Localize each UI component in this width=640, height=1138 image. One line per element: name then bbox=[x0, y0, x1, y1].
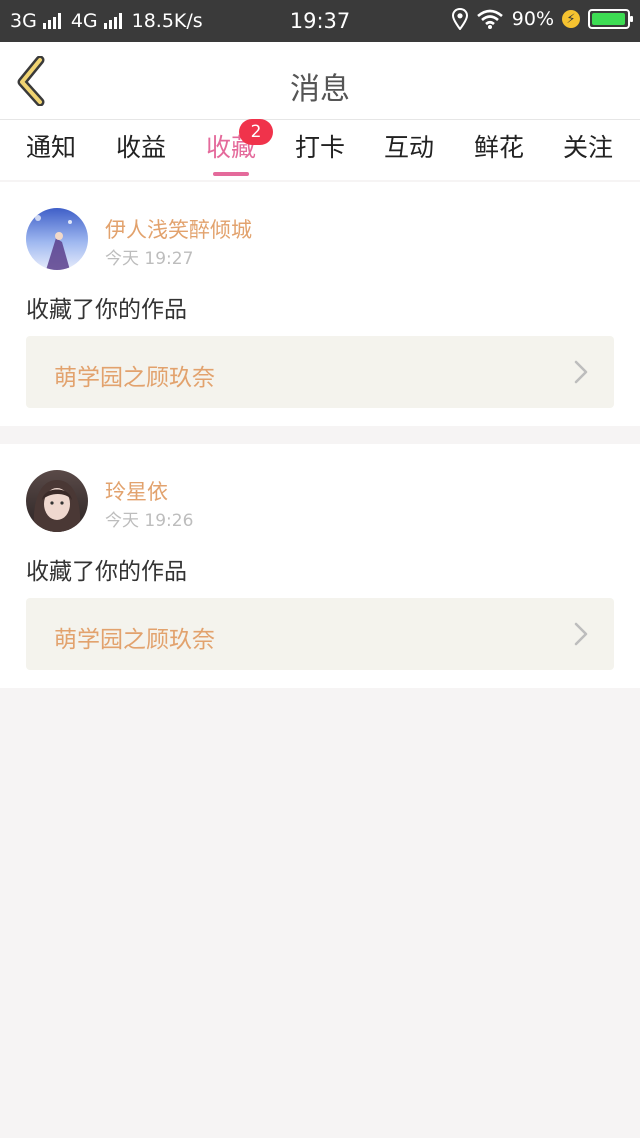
tab-earnings[interactable]: 收益 bbox=[101, 128, 181, 164]
message-card: 玲星依 今天 19:26 收藏了你的作品 萌学园之顾玖奈 bbox=[0, 444, 640, 688]
active-tab-indicator bbox=[213, 172, 249, 176]
tab-label: 通知 bbox=[25, 133, 76, 162]
tab-follow[interactable]: 关注 bbox=[548, 128, 628, 164]
status-bar: 3G 4G 18.5K/s 19:37 90% ⚡ bbox=[0, 0, 640, 42]
app-header: 消息 bbox=[0, 42, 640, 120]
tab-interaction[interactable]: 互动 bbox=[369, 128, 449, 164]
message-action: 收藏了你的作品 bbox=[26, 297, 187, 323]
chevron-right-icon bbox=[574, 622, 588, 646]
message-time: 今天 19:26 bbox=[105, 511, 194, 531]
tab-label: 关注 bbox=[562, 133, 613, 162]
tab-label: 鲜花 bbox=[473, 133, 524, 162]
message-card: 伊人浅笑醉倾城 今天 19:27 收藏了你的作品 萌学园之顾玖奈 bbox=[0, 182, 640, 426]
tab-label: 收益 bbox=[115, 133, 166, 162]
unread-badge: 2 bbox=[239, 119, 273, 145]
tab-flowers[interactable]: 鲜花 bbox=[459, 128, 539, 164]
location-icon bbox=[451, 8, 468, 30]
work-link[interactable]: 萌学园之顾玖奈 bbox=[26, 336, 614, 408]
chevron-right-icon bbox=[574, 360, 588, 384]
page-title: 消息 bbox=[290, 72, 350, 107]
message-action: 收藏了你的作品 bbox=[26, 559, 187, 585]
tab-favorites[interactable]: 收藏 2 bbox=[191, 119, 273, 176]
charging-icon: ⚡ bbox=[562, 10, 580, 28]
work-link[interactable]: 萌学园之顾玖奈 bbox=[26, 598, 614, 670]
tab-checkin[interactable]: 打卡 bbox=[280, 128, 360, 164]
avatar[interactable] bbox=[26, 470, 88, 532]
username[interactable]: 伊人浅笑醉倾城 bbox=[105, 214, 252, 244]
battery-icon bbox=[588, 9, 633, 29]
avatar[interactable] bbox=[26, 208, 88, 270]
tab-notice[interactable]: 通知 bbox=[11, 128, 91, 164]
username[interactable]: 玲星依 bbox=[105, 476, 168, 506]
tab-bar: 通知 收益 收藏 2 打卡 互动 鲜花 关注 bbox=[0, 119, 640, 180]
battery-percent: 90% bbox=[511, 8, 554, 30]
work-title: 萌学园之顾玖奈 bbox=[54, 627, 215, 653]
wifi-icon bbox=[476, 9, 503, 29]
work-title: 萌学园之顾玖奈 bbox=[54, 365, 215, 391]
message-time: 今天 19:27 bbox=[105, 249, 194, 269]
tab-label: 互动 bbox=[383, 133, 434, 162]
tab-label: 打卡 bbox=[294, 133, 345, 162]
